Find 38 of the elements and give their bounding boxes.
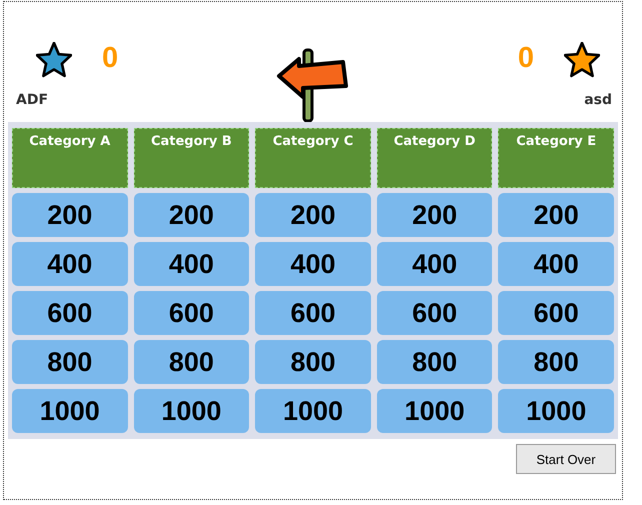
- clue-tile[interactable]: 1000: [134, 389, 250, 433]
- clue-tile[interactable]: 800: [255, 340, 371, 384]
- player-score: 0: [102, 41, 118, 75]
- category-header: Category C: [255, 128, 371, 188]
- star-icon: [564, 42, 600, 78]
- clue-tile[interactable]: 600: [134, 291, 250, 335]
- clue-tile[interactable]: 200: [255, 193, 371, 237]
- clue-tile[interactable]: 1000: [12, 389, 128, 433]
- clue-tile[interactable]: 200: [376, 193, 492, 237]
- clue-tile[interactable]: 200: [134, 193, 250, 237]
- clue-tile[interactable]: 400: [376, 242, 492, 286]
- star-icon: [36, 42, 72, 78]
- clue-tile[interactable]: 400: [12, 242, 128, 286]
- clue-tile[interactable]: 200: [498, 193, 614, 237]
- category-header: Category E: [498, 128, 614, 188]
- clue-tile[interactable]: 600: [255, 291, 371, 335]
- clue-tile[interactable]: 1000: [376, 389, 492, 433]
- start-over-button[interactable]: Start Over: [516, 444, 616, 474]
- signpost-icon: [275, 46, 351, 122]
- clue-tile[interactable]: 800: [134, 340, 250, 384]
- clue-tile[interactable]: 400: [134, 242, 250, 286]
- category-header: Category A: [12, 128, 128, 188]
- player-name: ADF: [16, 92, 48, 108]
- clue-tile[interactable]: 1000: [255, 389, 371, 433]
- clue-tile[interactable]: 600: [12, 291, 128, 335]
- clue-tile[interactable]: 200: [12, 193, 128, 237]
- clue-tile[interactable]: 1000: [498, 389, 614, 433]
- clue-tile[interactable]: 800: [12, 340, 128, 384]
- clue-tile[interactable]: 800: [498, 340, 614, 384]
- clue-tile[interactable]: 800: [376, 340, 492, 384]
- clue-tile[interactable]: 600: [498, 291, 614, 335]
- player-score: 0: [518, 41, 534, 75]
- clue-tile[interactable]: 600: [376, 291, 492, 335]
- player-name: asd: [584, 92, 612, 108]
- category-header: Category B: [134, 128, 250, 188]
- clue-tile[interactable]: 400: [255, 242, 371, 286]
- clue-tile[interactable]: 400: [498, 242, 614, 286]
- category-header: Category D: [376, 128, 492, 188]
